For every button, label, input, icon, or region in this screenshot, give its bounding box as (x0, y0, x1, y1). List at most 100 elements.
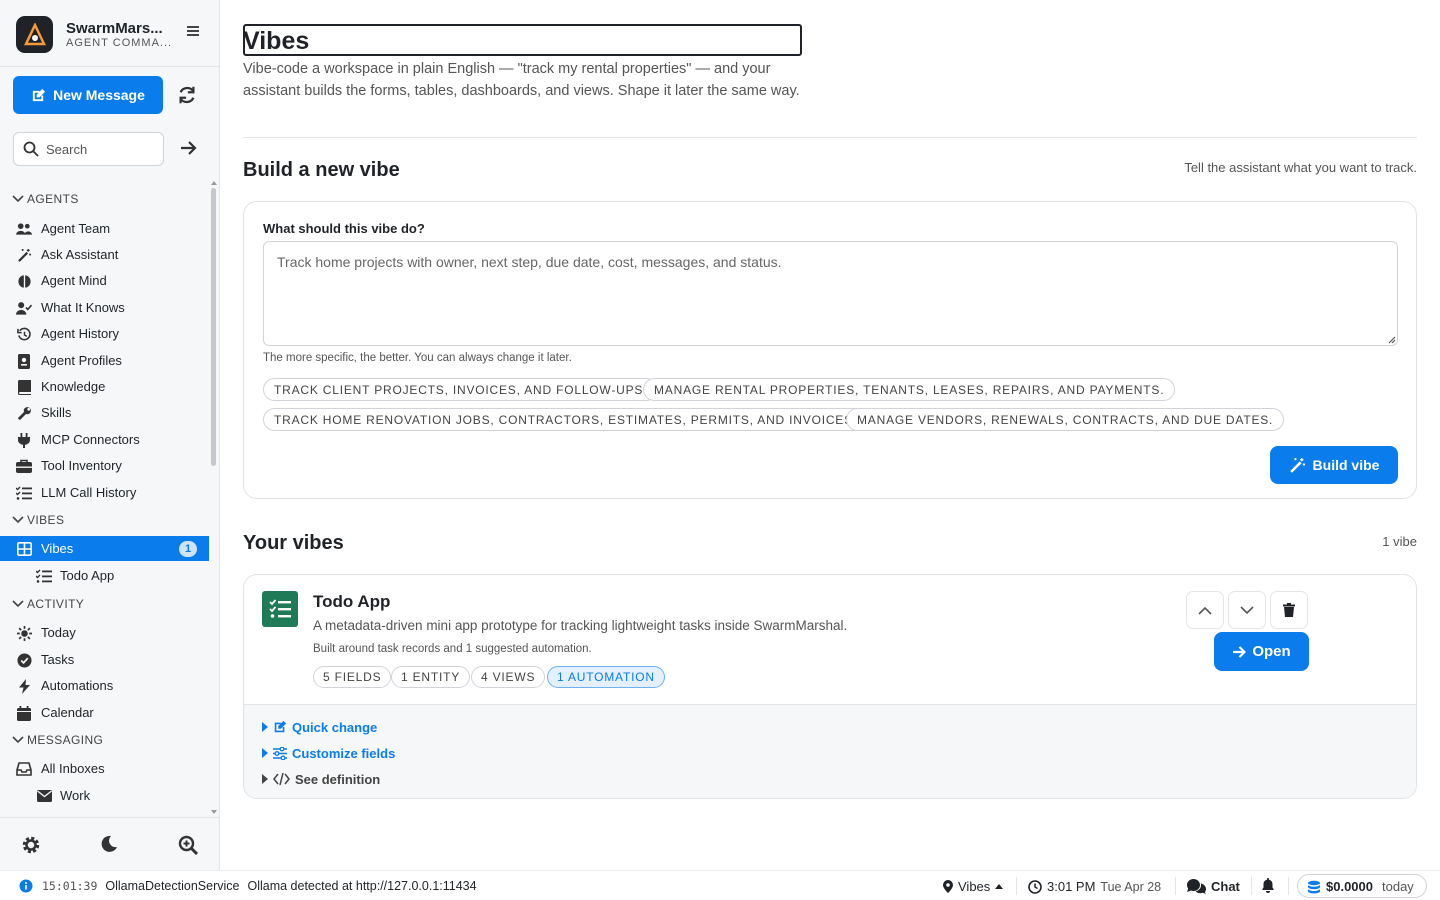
move-down-button[interactable] (1228, 591, 1266, 629)
magic-wand-icon (16, 247, 32, 263)
brain-icon (16, 273, 32, 289)
sidebar-item-agent-profiles[interactable]: Agent Profiles (0, 348, 209, 373)
sidebar-item-all-inboxes[interactable]: All Inboxes (0, 756, 209, 781)
arrow-right-icon[interactable] (178, 138, 200, 160)
build-section-hint: Tell the assistant what you want to trac… (1184, 160, 1417, 175)
vibe-name[interactable]: Todo App (313, 592, 390, 612)
page-description: Vibe-code a workspace in plain English —… (243, 61, 800, 99)
magic-wand-icon (1289, 457, 1305, 473)
book-icon (16, 379, 32, 395)
sidebar-item-knowledge[interactable]: Knowledge (0, 374, 209, 399)
zoom-in-icon[interactable] (178, 835, 199, 856)
move-up-button[interactable] (1186, 591, 1224, 629)
vibe-card: Todo App A metadata-driven mini app prot… (243, 574, 1417, 799)
search-box (13, 132, 164, 166)
section-messaging[interactable]: MESSAGING (12, 731, 103, 749)
customize-fields-toggle[interactable]: Customize fields (262, 744, 395, 762)
sidebar-item-llm-call-history[interactable]: LLM Call History (0, 480, 209, 505)
sidebar-item-skills[interactable]: Skills (0, 400, 209, 425)
build-vibe-button[interactable]: Build vibe (1270, 446, 1398, 484)
build-section-heading: Build a new vibe (243, 159, 400, 181)
section-agents[interactable]: AGENTS (12, 190, 79, 208)
suggestion-chip[interactable]: MANAGE VENDORS, RENEWALS, CONTRACTS, AND… (846, 408, 1285, 431)
location-selector[interactable]: Vibes (943, 879, 1004, 894)
cost-display: $0.0000 today (1307, 879, 1414, 894)
new-message-button[interactable]: New Message (13, 76, 163, 114)
quick-change-toggle[interactable]: Quick change (262, 718, 377, 736)
sidebar-item-agent-history[interactable]: Agent History (0, 321, 209, 346)
brand-header: SwarmMars... AGENT COMMA... (0, 0, 219, 67)
status-log[interactable]: 15:01:39 OllamaDetectionService Ollama d… (19, 879, 477, 893)
open-vibe-label: Open (1252, 643, 1291, 660)
chevron-down-icon (12, 516, 24, 524)
gear-icon[interactable] (21, 835, 41, 855)
vibe-description: A metadata-driven mini app prototype for… (313, 618, 848, 633)
chat-button[interactable]: Chat (1187, 879, 1240, 894)
vibe-prompt-help: The more specific, the better. You can a… (263, 352, 572, 364)
suggestion-chip[interactable]: TRACK CLIENT PROJECTS, INVOICES, AND FOL… (263, 378, 659, 401)
sidebar-item-today[interactable]: Today (0, 620, 209, 645)
your-vibes-heading: Your vibes (243, 532, 344, 554)
menu-toggle-icon[interactable] (184, 24, 202, 42)
sidebar-item-agent-mind[interactable]: Agent Mind (0, 268, 209, 293)
sidebar-item-agent-team[interactable]: Agent Team (0, 216, 209, 241)
history-icon (16, 326, 32, 342)
sidebar-item-vibes[interactable]: Vibes 1 (0, 536, 209, 561)
sidebar-item-what-it-knows[interactable]: What It Knows (0, 295, 209, 320)
sidebar-item-tasks[interactable]: Tasks (0, 647, 209, 672)
sidebar-item-work[interactable]: Work (0, 783, 209, 808)
section-vibes[interactable]: VIBES (12, 511, 64, 529)
suggestion-chip[interactable]: TRACK HOME RENOVATION JOBS, CONTRACTORS,… (263, 408, 869, 431)
moon-icon[interactable] (100, 835, 120, 855)
toolbox-icon (16, 458, 32, 474)
vibes-count-badge: 1 (179, 541, 197, 557)
chevron-down-icon (12, 600, 24, 608)
section-activity[interactable]: ACTIVITY (12, 595, 84, 613)
chat-icon (1187, 879, 1206, 894)
sidebar-scrollbar[interactable] (210, 180, 218, 816)
sidebar-item-automations[interactable]: Automations (0, 673, 209, 698)
build-vibe-card: What should this vibe do? The more speci… (243, 201, 1417, 499)
plug-icon (16, 432, 32, 448)
open-vibe-button[interactable]: Open (1214, 632, 1309, 671)
sidebar-item-mcp-connectors[interactable]: MCP Connectors (0, 427, 209, 452)
bell-icon[interactable] (1261, 878, 1275, 893)
sidebar-item-todo-app[interactable]: Todo App (0, 563, 209, 588)
refresh-icon[interactable] (176, 84, 200, 108)
sidebar-item-ask-assistant[interactable]: Ask Assistant (0, 242, 209, 267)
map-pin-icon (943, 880, 953, 893)
suggestion-chip[interactable]: MANAGE RENTAL PROPERTIES, TENANTS, LEASE… (643, 378, 1176, 401)
header-divider (243, 137, 1417, 138)
bolt-icon (16, 678, 32, 694)
chevron-up-icon (1198, 606, 1212, 615)
app-root: SwarmMars... AGENT COMMA... New Message … (0, 0, 1440, 900)
calendar-icon (16, 705, 32, 721)
search-input[interactable] (46, 139, 156, 159)
scrollbar-thumb[interactable] (211, 188, 216, 466)
see-definition-toggle[interactable]: See definition (262, 770, 380, 788)
main-content: Vibes Vibe-code a workspace in plain Eng… (220, 0, 1440, 870)
edit-icon (274, 720, 287, 733)
caret-right-icon (262, 722, 268, 732)
checklist-icon (262, 591, 298, 627)
vibe-prompt-input[interactable] (263, 241, 1398, 346)
inbox-icon (16, 761, 32, 777)
build-vibe-label: Build vibe (1312, 457, 1380, 473)
clock[interactable]: 3:01 PM Tue Apr 28 (1028, 879, 1161, 894)
clock-icon (1028, 879, 1042, 894)
sun-icon (16, 625, 32, 641)
sidebar-item-tool-inventory[interactable]: Tool Inventory (0, 453, 209, 478)
vibe-meta: Built around task records and 1 suggeste… (313, 643, 592, 655)
caret-up-icon (995, 884, 1004, 889)
vibe-tag-views: 4 VIEWS (471, 666, 546, 688)
resize-grip-icon[interactable] (1388, 336, 1396, 344)
wrench-icon (16, 405, 32, 421)
sidebar-item-calendar[interactable]: Calendar (0, 700, 209, 725)
chevron-down-icon (12, 736, 24, 744)
delete-button[interactable] (1270, 591, 1308, 629)
sidebar: SwarmMars... AGENT COMMA... New Message … (0, 0, 220, 870)
users-icon (16, 221, 32, 237)
compose-icon (32, 88, 46, 101)
status-message: Ollama detected at http://127.0.0.1:1143… (247, 879, 477, 893)
sidebar-nav: AGENTS Agent Team Ask Assistant Agent Mi… (0, 184, 210, 816)
